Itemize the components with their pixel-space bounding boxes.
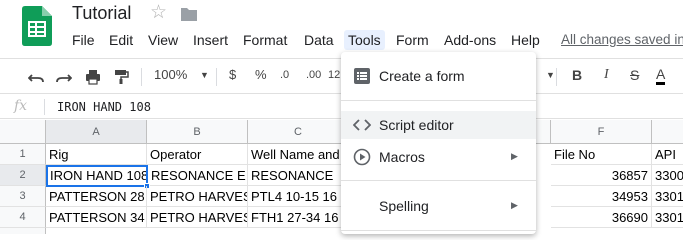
macros-label: Macros [379,149,425,165]
strikethrough-button[interactable]: S [630,67,639,83]
cell-b3[interactable]: PETRO HARVES [147,186,248,207]
cell-a3[interactable]: PATTERSON 28 [46,186,147,207]
print-icon[interactable] [85,69,101,85]
menu-edit[interactable]: Edit [109,32,133,48]
menu-file[interactable]: File [72,32,95,48]
cell-g1[interactable]: API [652,144,683,165]
menu-item-create-form[interactable]: Create a form [341,62,536,90]
row-header-1[interactable]: 1 [0,144,46,165]
menu-tools[interactable]: Tools [344,30,385,50]
star-icon[interactable]: ☆ [150,1,167,24]
cell-a2[interactable]: IRON HAND 108 [46,165,148,187]
cell-a1[interactable]: Rig [46,144,147,165]
percent-format-button[interactable]: % [255,67,267,82]
row-header-4[interactable]: 4 [0,207,46,228]
form-icon [354,68,370,84]
menu-help[interactable]: Help [511,32,540,48]
script-editor-label: Script editor [379,117,454,133]
menu-item-spelling[interactable]: Spelling ▶ [341,192,536,220]
document-title[interactable]: Tutorial [72,3,131,24]
google-sheets-logo-icon[interactable] [22,6,52,46]
cell-g3[interactable]: 3301 [652,186,683,207]
increase-decimal-button[interactable]: .00 [306,69,321,81]
column-header-b[interactable]: B [147,120,248,144]
submenu-arrow-icon: ▶ [511,151,518,161]
row-header-2[interactable]: 2 [0,165,46,186]
cell-f1[interactable]: File No [551,144,652,165]
cell-f4[interactable]: 36690 [551,207,652,228]
menu-view[interactable]: View [148,32,178,48]
create-form-label: Create a form [379,68,465,84]
cell-c4[interactable]: FTH1 27-34 16 [248,207,349,228]
row-header-5[interactable] [0,228,46,234]
cell-b4[interactable]: PETRO HARVES [147,207,248,228]
decrease-decimal-button[interactable]: .0 [280,69,289,81]
bold-button[interactable]: B [572,67,582,83]
zoom-dropdown-icon[interactable]: ▼ [200,70,209,80]
corner-cell[interactable] [0,120,46,144]
play-circle-icon [353,148,371,166]
menu-form[interactable]: Form [396,32,429,48]
cell-g4[interactable]: 3301 [652,207,683,228]
paint-format-icon[interactable] [113,69,129,85]
formula-input[interactable]: IRON HAND 108 [57,100,151,114]
currency-format-button[interactable]: $ [229,67,236,82]
menu-item-script-editor[interactable]: Script editor [341,111,536,139]
cell-f3[interactable]: 34953 [551,186,652,207]
cell-a4[interactable]: PATTERSON 34 [46,207,147,228]
code-icon [353,119,371,131]
spelling-label: Spelling [379,198,429,214]
column-header-c[interactable]: C [248,120,349,144]
zoom-select[interactable]: 100% [154,67,187,82]
row-header-3[interactable]: 3 [0,186,46,207]
cell-g2[interactable]: 3300 [652,165,683,186]
text-color-button[interactable]: A [656,67,666,85]
cell-f2[interactable]: 36857 [551,165,652,186]
tools-menu-dropdown: Create a form Script editor Macros ▶ Spe… [341,52,536,234]
font-size-dropdown-icon[interactable]: ▼ [546,70,555,80]
save-status-link[interactable]: All changes saved in [561,32,683,47]
cell-c3[interactable]: PTL4 10-15 16 [248,186,349,207]
fx-icon: fx [14,98,28,114]
more-formats-button[interactable]: 12 [328,69,340,81]
submenu-arrow-icon: ▶ [511,200,518,210]
column-header-g[interactable] [652,120,683,144]
redo-icon[interactable] [56,69,72,85]
italic-button[interactable]: I [604,67,609,83]
folder-icon[interactable] [180,6,198,22]
cell-c1[interactable]: Well Name and [248,144,349,165]
undo-icon[interactable] [28,69,44,85]
cell-b1[interactable]: Operator [147,144,248,165]
column-header-f[interactable]: F [551,120,652,144]
cell-c2[interactable]: RESONANCE [248,165,349,186]
menu-addons[interactable]: Add-ons [444,32,496,48]
menu-item-macros[interactable]: Macros ▶ [341,143,536,171]
menu-insert[interactable]: Insert [193,32,228,48]
menu-data[interactable]: Data [304,32,334,48]
menu-format[interactable]: Format [243,32,287,48]
column-header-a[interactable]: A [46,120,147,144]
cell-b2[interactable]: RESONANCE E [148,165,248,186]
